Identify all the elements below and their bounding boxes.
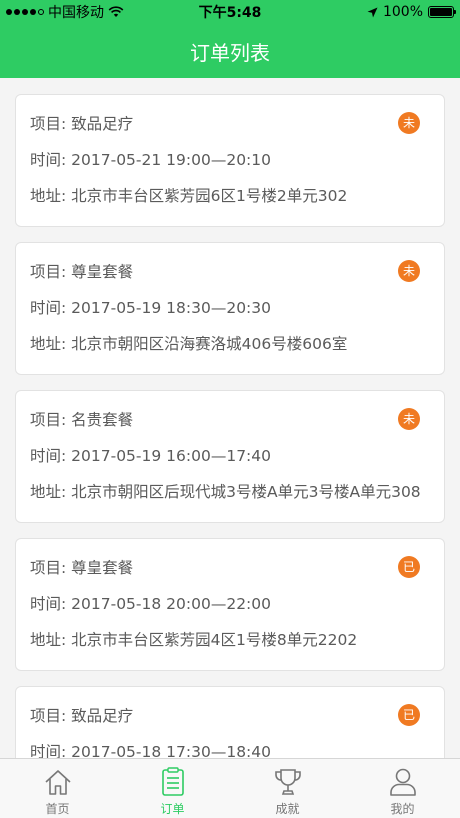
trophy-icon — [274, 769, 301, 795]
status-badge: 未 — [398, 408, 420, 430]
tab-orders[interactable]: 订单 — [115, 759, 230, 818]
order-project-value: 致品足疗 — [71, 707, 134, 725]
address-label: 地址: — [30, 335, 72, 353]
project-label: 项目: — [30, 263, 72, 281]
project-label: 项目: — [30, 707, 72, 725]
time-label: 时间: — [30, 595, 72, 613]
tab-profile-label: 我的 — [390, 802, 415, 816]
order-project: 项目: 尊皇套餐 — [30, 261, 430, 297]
tab-orders-label: 订单 — [160, 802, 185, 816]
status-badge: 已 — [398, 556, 420, 578]
order-time-value: 2017-05-19 16:00—17:40 — [71, 447, 271, 465]
tab-achievements-label: 成就 — [275, 802, 300, 816]
order-card[interactable]: 项目: 致品足疗 时间: 2017-05-18 17:30—18:40 地址: … — [15, 686, 445, 758]
order-project: 项目: 致品足疗 — [30, 113, 430, 149]
order-time: 时间: 2017-05-18 20:00—22:00 — [30, 593, 430, 629]
order-address-value: 北京市朝阳区沿海赛洛城406号楼606室 — [71, 335, 348, 353]
home-icon — [44, 770, 71, 795]
order-address: 地址: 北京市朝阳区后现代城3号楼A单元3号楼A单元308 — [30, 481, 430, 517]
status-bar: 中国移动 下午5:48 100% — [0, 0, 460, 24]
address-label: 地址: — [30, 631, 72, 649]
time-label: 时间: — [30, 743, 72, 758]
order-project: 项目: 致品足疗 — [30, 705, 430, 741]
project-label: 项目: — [30, 115, 72, 133]
time-label: 时间: — [30, 151, 72, 169]
order-address-value: 北京市丰台区紫芳园6区1号楼2单元302 — [71, 187, 348, 205]
order-time: 时间: 2017-05-19 16:00—17:40 — [30, 445, 430, 481]
page-title: 订单列表 — [190, 40, 270, 65]
order-address: 地址: 北京市丰台区紫芳园4区1号楼8单元2202 — [30, 629, 430, 665]
status-time: 下午5:48 — [198, 5, 262, 21]
order-card[interactable]: 项目: 名贵套餐 时间: 2017-05-19 16:00—17:40 地址: … — [15, 390, 445, 523]
address-label: 地址: — [30, 483, 72, 501]
project-label: 项目: — [30, 559, 72, 577]
order-project-value: 尊皇套餐 — [71, 263, 134, 281]
order-card[interactable]: 项目: 致品足疗 时间: 2017-05-21 19:00—20:10 地址: … — [15, 94, 445, 227]
order-time: 时间: 2017-05-21 19:00—20:10 — [30, 149, 430, 185]
project-label: 项目: — [30, 411, 72, 429]
time-label: 时间: — [30, 447, 72, 465]
nav-bar: 订单列表 — [0, 24, 460, 78]
order-time-value: 2017-05-21 19:00—20:10 — [71, 151, 271, 169]
order-time-value: 2017-05-19 18:30—20:30 — [71, 299, 271, 317]
battery-icon — [428, 6, 456, 18]
order-project-value: 致品足疗 — [71, 115, 134, 133]
status-badge: 未 — [398, 112, 420, 134]
order-address-value: 北京市朝阳区后现代城3号楼A单元3号楼A单元308 — [71, 483, 421, 501]
tab-profile[interactable]: 我的 — [345, 759, 460, 818]
order-time-value: 2017-05-18 17:30—18:40 — [71, 743, 271, 758]
order-project: 项目: 尊皇套餐 — [30, 557, 430, 593]
order-time-value: 2017-05-18 20:00—22:00 — [71, 595, 271, 613]
order-time: 时间: 2017-05-18 17:30—18:40 — [30, 741, 430, 758]
order-time: 时间: 2017-05-19 18:30—20:30 — [30, 297, 430, 333]
order-address: 地址: 北京市朝阳区沿海赛洛城406号楼606室 — [30, 333, 430, 369]
address-label: 地址: — [30, 187, 72, 205]
order-project-value: 名贵套餐 — [71, 411, 134, 429]
order-project: 项目: 名贵套餐 — [30, 409, 430, 445]
order-list[interactable]: 项目: 致品足疗 时间: 2017-05-21 19:00—20:10 地址: … — [0, 78, 460, 758]
order-address-value: 北京市丰台区紫芳园4区1号楼8单元2202 — [71, 631, 358, 649]
time-label: 时间: — [30, 299, 72, 317]
order-address: 地址: 北京市丰台区紫芳园6区1号楼2单元302 — [30, 185, 430, 221]
status-badge: 已 — [398, 704, 420, 726]
order-card[interactable]: 项目: 尊皇套餐 时间: 2017-05-18 20:00—22:00 地址: … — [15, 538, 445, 671]
order-icon — [161, 767, 184, 796]
tab-home-label: 首页 — [45, 802, 70, 816]
user-icon — [389, 768, 416, 796]
status-badge: 未 — [398, 260, 420, 282]
tab-bar: 首页 订单 成就 我的 — [0, 758, 460, 818]
tab-home[interactable]: 首页 — [0, 759, 115, 818]
order-project-value: 尊皇套餐 — [71, 559, 134, 577]
order-card[interactable]: 项目: 尊皇套餐 时间: 2017-05-19 18:30—20:30 地址: … — [15, 242, 445, 375]
tab-achievements[interactable]: 成就 — [230, 759, 345, 818]
